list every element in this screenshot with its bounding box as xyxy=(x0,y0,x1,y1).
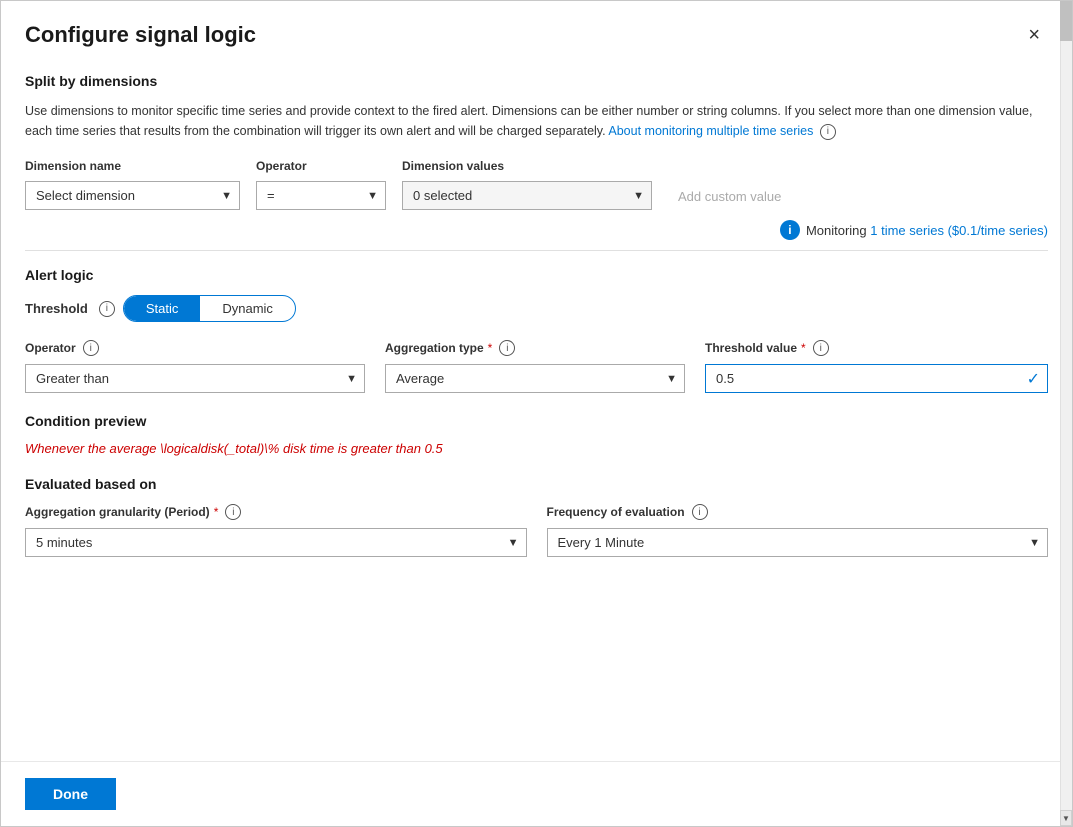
threshold-val-label-row: Threshold value * i xyxy=(705,340,1048,356)
evaluated-based-on-section: Evaluated based on Aggregation granulari… xyxy=(25,476,1048,557)
operator-label-row: Operator i xyxy=(25,340,365,356)
static-toggle-button[interactable]: Static xyxy=(124,296,201,321)
granularity-info-icon[interactable]: i xyxy=(225,504,241,520)
aggregation-select-wrapper: AverageMaximumMinimumTotalCount ▼ xyxy=(385,364,685,393)
done-button[interactable]: Done xyxy=(25,778,116,810)
info-circle-icon: i xyxy=(780,220,800,240)
close-button[interactable]: × xyxy=(1020,21,1048,49)
frequency-label: Frequency of evaluation xyxy=(547,505,685,519)
threshold-row: Threshold i Static Dynamic xyxy=(25,295,1048,322)
threshold-required-star: * xyxy=(801,341,806,355)
dimension-operator-select[interactable]: = xyxy=(256,181,386,210)
aggregation-info-icon[interactable]: i xyxy=(499,340,515,356)
section-divider xyxy=(25,250,1048,251)
aggregation-type-select[interactable]: AverageMaximumMinimumTotalCount xyxy=(385,364,685,393)
scroll-down-arrow[interactable]: ▼ xyxy=(1060,810,1072,826)
split-by-dimensions-section: Split by dimensions Use dimensions to mo… xyxy=(25,73,1048,210)
dialog-content: Split by dimensions Use dimensions to mo… xyxy=(1,65,1072,761)
alert-logic-title: Alert logic xyxy=(25,267,1048,283)
aggregation-type-label: Aggregation type xyxy=(385,341,484,355)
dialog-title: Configure signal logic xyxy=(25,22,256,48)
dimension-input-row: Select dimension ▼ = ▼ 0 selected ▼ Ad xyxy=(25,181,1048,210)
operator-select[interactable]: Greater thanLess thanGreater than or equ… xyxy=(25,364,365,393)
threshold-value-input[interactable] xyxy=(705,364,1048,393)
dimension-name-wrapper: Select dimension ▼ xyxy=(25,181,240,210)
threshold-value-group: Threshold value * i ✓ xyxy=(705,340,1048,393)
threshold-toggle-group: Static Dynamic xyxy=(123,295,296,322)
aggregation-label-row: Aggregation type * i xyxy=(385,340,685,356)
dimension-values-select[interactable]: 0 selected xyxy=(402,181,652,210)
info-icon-dimensions[interactable]: i xyxy=(820,124,836,140)
alert-fields-row: Operator i Greater thanLess thanGreater … xyxy=(25,340,1048,393)
frequency-select[interactable]: Every 1 MinuteEvery 5 MinutesEvery 15 Mi… xyxy=(547,528,1049,557)
condition-preview-section: Condition preview Whenever the average \… xyxy=(25,413,1048,456)
threshold-info-icon[interactable]: i xyxy=(99,301,115,317)
operator-label: Operator xyxy=(256,157,386,175)
split-dimensions-info: Use dimensions to monitor specific time … xyxy=(25,101,1048,141)
granularity-select-wrapper: 1 minute5 minutes15 minutes30 minutes1 h… xyxy=(25,528,527,557)
operator-info-icon[interactable]: i xyxy=(83,340,99,356)
dimension-header-row: Dimension name Operator Dimension values xyxy=(25,157,1048,175)
granularity-label-row: Aggregation granularity (Period) * i xyxy=(25,504,527,520)
threshold-check-icon: ✓ xyxy=(1027,369,1040,389)
frequency-label-row: Frequency of evaluation i xyxy=(547,504,1049,520)
dimension-values-wrapper: 0 selected ▼ xyxy=(402,181,652,210)
frequency-group: Frequency of evaluation i Every 1 Minute… xyxy=(547,504,1049,557)
aggregation-granularity-group: Aggregation granularity (Period) * i 1 m… xyxy=(25,504,527,557)
dimension-name-label: Dimension name xyxy=(25,157,240,175)
aggregation-type-group: Aggregation type * i AverageMaximumMinim… xyxy=(385,340,685,393)
operator-select-wrapper: Greater thanLess thanGreater than or equ… xyxy=(25,364,365,393)
scrollbar-track: ▲ ▼ xyxy=(1060,1,1072,826)
threshold-input-wrapper: ✓ xyxy=(705,364,1048,393)
granularity-required-star: * xyxy=(214,505,219,519)
threshold-value-label: Threshold value xyxy=(705,341,797,355)
monitoring-link[interactable]: About monitoring multiple time series xyxy=(608,124,813,138)
dimension-operator-wrapper: = ▼ xyxy=(256,181,386,210)
dimension-values-label: Dimension values xyxy=(402,157,652,175)
granularity-label: Aggregation granularity (Period) xyxy=(25,505,210,519)
time-series-link[interactable]: 1 time series ($0.1/time series) xyxy=(870,223,1048,238)
operator-label: Operator xyxy=(25,341,76,355)
eval-fields-row: Aggregation granularity (Period) * i 1 m… xyxy=(25,504,1048,557)
operator-group: Operator i Greater thanLess thanGreater … xyxy=(25,340,365,393)
evaluated-based-on-title: Evaluated based on xyxy=(25,476,1048,492)
monitoring-info-row: i Monitoring 1 time series ($0.1/time se… xyxy=(25,220,1048,240)
scrollbar-thumb[interactable] xyxy=(1060,1,1072,41)
monitoring-text: Monitoring 1 time series ($0.1/time seri… xyxy=(806,223,1048,238)
granularity-select[interactable]: 1 minute5 minutes15 minutes30 minutes1 h… xyxy=(25,528,527,557)
aggregation-required-star: * xyxy=(488,341,493,355)
frequency-select-wrapper: Every 1 MinuteEvery 5 MinutesEvery 15 Mi… xyxy=(547,528,1049,557)
frequency-info-icon[interactable]: i xyxy=(692,504,708,520)
dialog-footer: Done xyxy=(1,761,1072,826)
split-dimensions-title: Split by dimensions xyxy=(25,73,1048,89)
threshold-val-info-icon[interactable]: i xyxy=(813,340,829,356)
threshold-label: Threshold xyxy=(25,301,88,316)
condition-preview-text: Whenever the average \logicaldisk(_total… xyxy=(25,441,1048,456)
add-custom-value-button[interactable]: Add custom value xyxy=(668,183,791,210)
dimension-name-select[interactable]: Select dimension xyxy=(25,181,240,210)
condition-preview-title: Condition preview xyxy=(25,413,1048,429)
dynamic-toggle-button[interactable]: Dynamic xyxy=(200,296,295,321)
alert-logic-section: Alert logic Threshold i Static Dynamic O… xyxy=(25,267,1048,393)
dialog-header: Configure signal logic × xyxy=(1,1,1072,65)
configure-signal-logic-dialog: ▲ ▼ Configure signal logic × Split by di… xyxy=(0,0,1073,827)
